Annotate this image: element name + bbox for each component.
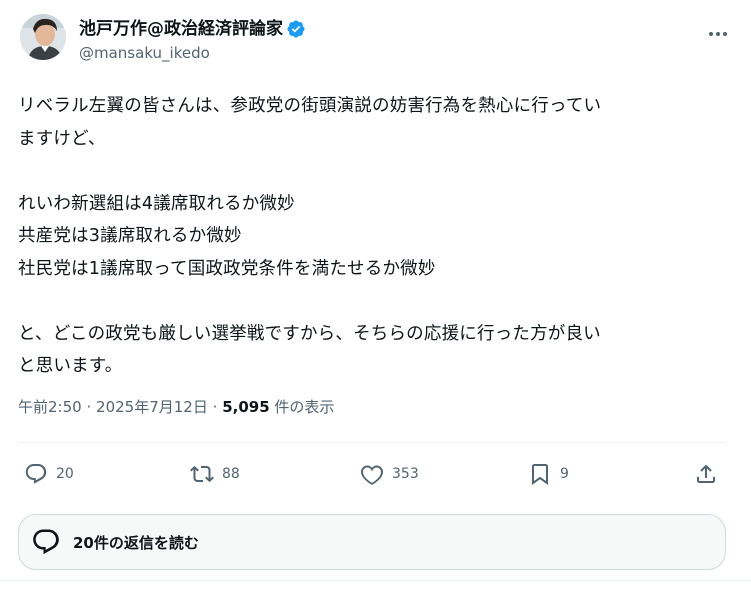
tweet-meta: 午前2:50 · 2025年7月12日 · 5,095 件の表示	[18, 396, 334, 418]
tweet: 池戸万作@政治経済評論家 @mansaku_ikedo リベラル左翼の皆さんは、…	[0, 0, 751, 602]
bottom-divider	[0, 580, 751, 581]
display-name[interactable]: 池戸万作@政治経済評論家	[79, 18, 283, 40]
like-icon	[361, 465, 383, 485]
bookmark-button[interactable]: 9	[528, 456, 569, 492]
tweet-date[interactable]: 2025年7月12日	[96, 398, 208, 416]
divider	[18, 442, 726, 443]
tweet-time[interactable]: 午前2:50	[18, 398, 82, 416]
handle[interactable]: @mansaku_ikedo	[79, 43, 306, 63]
more-icon[interactable]	[706, 22, 730, 46]
meta-separator: ·	[86, 398, 92, 416]
replies-bubble-icon	[33, 529, 59, 555]
bookmark-icon	[532, 464, 548, 485]
views-count: 5,095	[222, 398, 270, 416]
author-block: 池戸万作@政治経済評論家 @mansaku_ikedo	[79, 18, 306, 63]
like-count: 353	[392, 466, 419, 482]
read-replies-button[interactable]: 20件の返信を読む	[18, 514, 726, 570]
share-icon	[697, 464, 715, 483]
tweet-text: リベラル左翼の皆さんは、参政党の街頭演説の妨害行為を熱心に行ってい ますけど、 …	[18, 96, 602, 376]
verified-icon	[287, 20, 305, 38]
bookmark-count: 9	[560, 466, 569, 482]
meta-separator: ·	[212, 398, 218, 416]
like-button[interactable]: 353	[360, 456, 419, 492]
action-bar: 20 88 353 9	[18, 456, 726, 492]
avatar[interactable]	[20, 14, 66, 60]
retweet-button[interactable]: 88	[190, 456, 240, 492]
read-replies-label: 20件の返信を読む	[73, 533, 199, 552]
reply-button[interactable]: 20	[24, 456, 74, 492]
reply-icon	[25, 464, 47, 484]
share-button[interactable]	[694, 456, 726, 492]
retweet-count: 88	[222, 466, 240, 482]
retweet-icon	[190, 465, 214, 483]
reply-count: 20	[56, 466, 74, 482]
tweet-header: 池戸万作@政治経済評論家 @mansaku_ikedo	[18, 12, 730, 72]
views-label: 件の表示	[274, 398, 335, 416]
